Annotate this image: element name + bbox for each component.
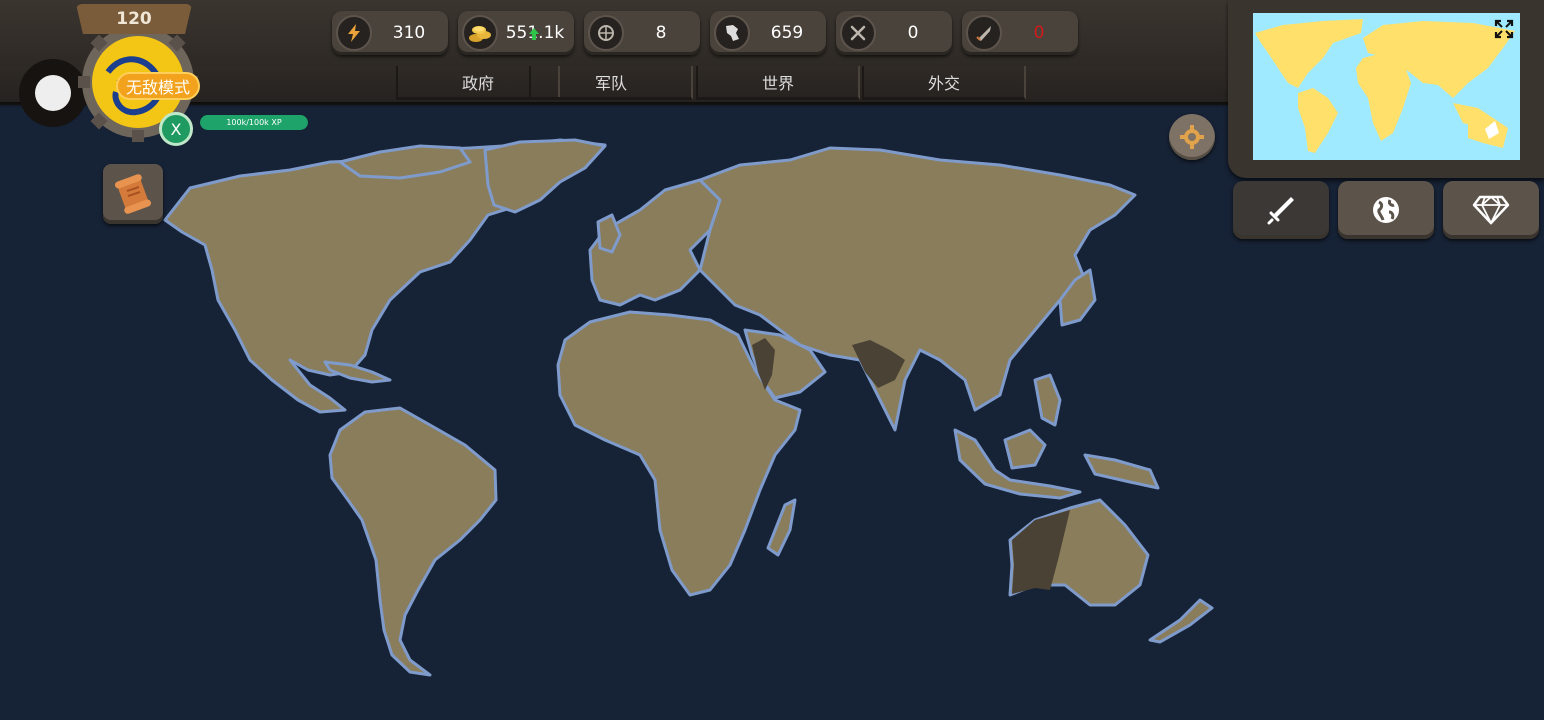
sword-icon (1267, 197, 1294, 225)
resource-territory[interactable]: 659 (710, 11, 826, 55)
level-banner: 120 (76, 4, 192, 34)
tab-world-label: 世界 (761, 73, 794, 93)
tab-army[interactable]: 军队 (529, 66, 693, 100)
tab-government-label: 政府 (461, 73, 494, 93)
scroll-icon (115, 174, 151, 214)
territory-icon (714, 15, 750, 51)
x-badge-label: X (170, 119, 182, 139)
globe-icon (1373, 197, 1399, 223)
invincible-mode-badge[interactable]: 无敌模式 (116, 72, 200, 100)
x-badge-button[interactable]: X (159, 112, 193, 146)
weapons-value: 0 (1033, 23, 1045, 43)
resource-research[interactable]: 8 (584, 11, 700, 55)
lightning-icon (336, 15, 372, 51)
world-button[interactable] (1338, 181, 1434, 239)
globe-emblem-icon (588, 15, 624, 51)
player-level: 120 (116, 9, 152, 29)
tab-diplomacy-label: 外交 (927, 73, 960, 93)
territory-value: 659 (770, 23, 804, 43)
energy-value: 310 (392, 23, 426, 43)
resource-weapons[interactable]: 0 (962, 11, 1078, 55)
minimap[interactable] (1253, 13, 1520, 160)
minimap-world (1255, 19, 1515, 153)
resource-energy[interactable]: 310 (332, 11, 448, 55)
tab-world[interactable]: 世界 (696, 66, 860, 100)
research-value: 8 (655, 23, 667, 43)
resource-battles[interactable]: 0 (836, 11, 952, 55)
resource-gold[interactable]: 551.1k (458, 11, 574, 55)
battles-value: 0 (907, 23, 919, 43)
scroll-quest-button[interactable] (103, 164, 163, 224)
mode-badge-label: 无敌模式 (125, 78, 190, 97)
gold-increase-icon (529, 28, 539, 40)
war-button[interactable] (1233, 181, 1329, 239)
xp-text: 100k/100k XP (226, 118, 282, 127)
tab-diplomacy[interactable]: 外交 (862, 66, 1026, 100)
xp-progress-bar: 100k/100k XP (200, 115, 308, 130)
joystick[interactable] (19, 59, 87, 127)
missile-icon (966, 15, 1002, 51)
joystick-knob[interactable] (35, 75, 71, 111)
expand-icon[interactable] (1494, 19, 1514, 39)
settings-button[interactable] (1169, 114, 1215, 160)
crossed-swords-icon (840, 15, 876, 51)
gear-icon (1180, 125, 1204, 149)
diamond-icon (1472, 195, 1510, 225)
tab-army-label: 军队 (594, 73, 627, 93)
gem-shop-button[interactable] (1443, 181, 1539, 239)
gold-coins-icon (462, 15, 498, 51)
